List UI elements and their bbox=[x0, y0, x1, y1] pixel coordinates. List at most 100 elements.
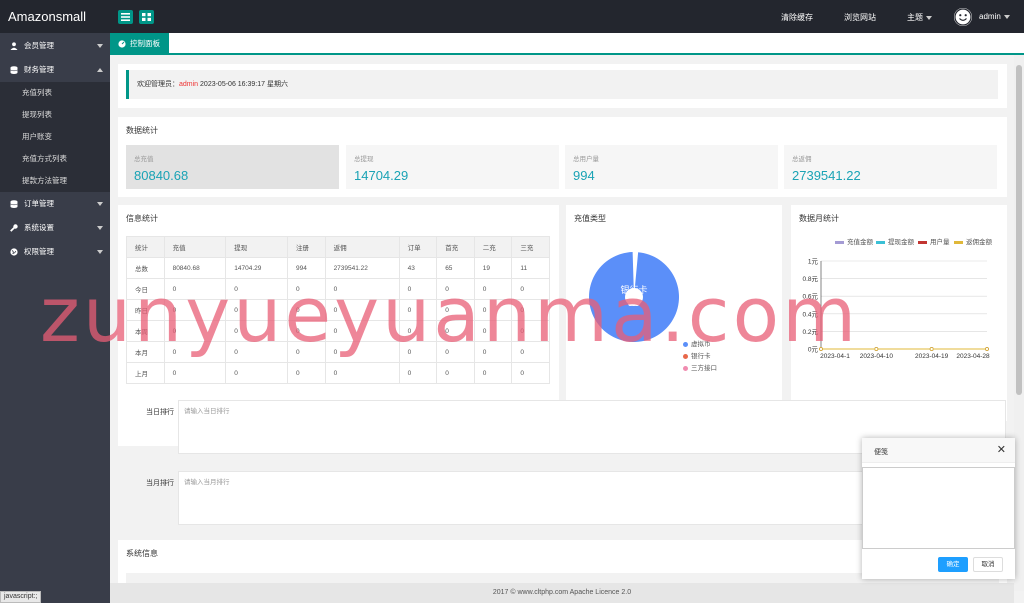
rank-day-label: 当日排行 bbox=[146, 409, 174, 416]
table-cell: 0 bbox=[324, 362, 400, 384]
stats-card: 数据统计 总充值 80840.68 总提现 14704.29 总用户量 994 … bbox=[118, 117, 1007, 197]
submenu-withdraw-list[interactable]: 提现列表 bbox=[0, 104, 110, 126]
dialog-header: 便笺 ✕ bbox=[862, 438, 1015, 463]
menu-toggle-button[interactable] bbox=[118, 10, 133, 24]
grid-icon bbox=[142, 13, 151, 21]
welcome-user: admin bbox=[179, 81, 199, 88]
tab-dashboard[interactable]: 控制面板 bbox=[110, 33, 169, 55]
table-cell: 0 bbox=[225, 362, 288, 384]
wrench-icon bbox=[10, 224, 18, 232]
user-icon bbox=[10, 42, 18, 50]
dashboard-icon bbox=[118, 40, 126, 48]
sidebar-item-label: 财务管理 bbox=[24, 65, 54, 74]
welcome-datetime: 2023-05-06 16:39:17 星期六 bbox=[200, 81, 288, 88]
welcome-card: 欢迎管理员：admin 2023-05-06 16:39:17 星期六 bbox=[118, 64, 1007, 108]
sidebar-item-orders[interactable]: 订单管理 bbox=[0, 192, 110, 216]
rank-day-placeholder: 请输入当日排行 bbox=[184, 408, 230, 415]
browse-site-link[interactable]: 浏览网站 bbox=[844, 12, 876, 23]
database-icon bbox=[10, 66, 18, 74]
table-header-cell: 提现 bbox=[225, 236, 288, 258]
y-tick-label: 1元 bbox=[808, 258, 819, 266]
submenu-account-changes[interactable]: 用户账变 bbox=[0, 126, 110, 148]
dialog-title: 便笺 bbox=[874, 449, 888, 456]
table-header-cell: 首充 bbox=[436, 236, 475, 258]
sidebar-item-members[interactable]: 会员管理 bbox=[0, 34, 110, 58]
chevron-down-icon bbox=[97, 250, 103, 254]
welcome-prefix: 欢迎管理员： bbox=[137, 81, 179, 88]
database-icon bbox=[10, 200, 18, 208]
rank-month-label: 当月排行 bbox=[146, 480, 174, 487]
stat-total-commission: 总返佣 2739541.22 bbox=[784, 145, 997, 189]
sidebar-item-permissions[interactable]: 权限管理 bbox=[0, 240, 110, 264]
brand-logo[interactable]: Amazonsmall bbox=[8, 9, 86, 24]
table-cell: 0 bbox=[286, 362, 326, 384]
stat-value: 14704.29 bbox=[354, 168, 409, 183]
submenu-recharge-list[interactable]: 充值列表 bbox=[0, 82, 110, 104]
table-header-cell: 二充 bbox=[473, 236, 513, 258]
table-header-cell: 充值 bbox=[163, 236, 227, 258]
sidebar-item-finance[interactable]: 财务管理 bbox=[0, 58, 110, 82]
table-header-row: 统计 充值 提现 注册 返佣 订单 首充 二充 三充 bbox=[126, 236, 550, 258]
stat-total-withdraw: 总提现 14704.29 bbox=[346, 145, 559, 189]
sidebar-item-label: 系统设置 bbox=[24, 223, 54, 232]
user-menu[interactable]: admin bbox=[979, 12, 1010, 21]
table-header-cell: 返佣 bbox=[324, 236, 400, 258]
user-name: admin bbox=[979, 12, 1001, 21]
globe-icon bbox=[10, 248, 18, 256]
info-title: 信息统计 bbox=[126, 214, 158, 223]
clear-cache-link[interactable]: 清除缓存 bbox=[781, 12, 813, 23]
stat-label: 总充值 bbox=[134, 156, 154, 163]
cancel-button[interactable]: 取消 bbox=[973, 557, 1003, 572]
avatar[interactable] bbox=[954, 8, 972, 26]
sidebar-item-label: 订单管理 bbox=[24, 199, 54, 208]
table-cell: 0 bbox=[436, 362, 475, 384]
stat-label: 总返佣 bbox=[792, 156, 812, 163]
stat-total-users: 总用户量 994 bbox=[565, 145, 778, 189]
stat-value: 2739541.22 bbox=[792, 168, 861, 183]
chevron-up-icon bbox=[97, 68, 103, 72]
sidebar-item-label: 权限管理 bbox=[24, 247, 54, 256]
stat-label: 总提现 bbox=[354, 156, 374, 163]
watermark: zunyueyuanma.com bbox=[40, 270, 860, 359]
theme-menu[interactable]: 主题 bbox=[907, 12, 932, 23]
tab-bar: 控制面板 bbox=[110, 33, 1024, 55]
chevron-down-icon bbox=[926, 15, 932, 20]
chevron-down-icon bbox=[1003, 14, 1010, 19]
tab-label: 控制面板 bbox=[130, 39, 160, 48]
footer: 2017 © www.cltphp.com Apache Licence 2.0 bbox=[110, 583, 1014, 603]
legend-label: 三方接口 bbox=[691, 365, 717, 372]
list-icon bbox=[121, 13, 130, 21]
theme-label: 主题 bbox=[907, 13, 923, 22]
submenu-withdraw-methods[interactable]: 提款方法管理 bbox=[0, 170, 110, 192]
system-info-title: 系统信息 bbox=[126, 549, 158, 558]
table-header-cell: 注册 bbox=[286, 236, 326, 258]
note-textarea[interactable] bbox=[862, 467, 1015, 549]
stat-value: 994 bbox=[573, 168, 595, 183]
page-scrollbar[interactable] bbox=[1014, 55, 1024, 591]
note-dialog: 便笺 ✕ 确定 取消 bbox=[862, 438, 1015, 579]
status-bar-url: javascript:; bbox=[0, 591, 42, 603]
top-bar: Amazonsmall 清除缓存 浏览网站 主题 admin bbox=[0, 0, 1024, 33]
stat-total-recharge: 总充值 80840.68 bbox=[126, 145, 339, 189]
table-row: 上月 0 0 0 0 0 0 0 0 bbox=[126, 362, 550, 384]
confirm-button[interactable]: 确定 bbox=[938, 557, 968, 572]
legend-item[interactable]: 三方接口 bbox=[683, 362, 717, 372]
smiley-icon bbox=[954, 8, 972, 26]
stat-value: 80840.68 bbox=[134, 168, 189, 183]
scrollbar-thumb[interactable] bbox=[1016, 65, 1022, 395]
legend-swatch bbox=[683, 365, 688, 371]
chevron-down-icon bbox=[97, 44, 103, 48]
rank-month-placeholder: 请输入当月排行 bbox=[184, 479, 230, 486]
welcome-banner: 欢迎管理员：admin 2023-05-06 16:39:17 星期六 bbox=[126, 70, 998, 99]
submenu-recharge-methods[interactable]: 充值方式列表 bbox=[0, 148, 110, 170]
chevron-down-icon bbox=[97, 202, 103, 206]
close-icon[interactable]: ✕ bbox=[997, 445, 1006, 456]
chevron-down-icon bbox=[97, 226, 103, 230]
table-header-cell: 三充 bbox=[511, 236, 550, 258]
finance-submenu: 充值列表 提现列表 用户账变 充值方式列表 提款方法管理 bbox=[0, 82, 110, 192]
table-cell: 0 bbox=[163, 362, 227, 384]
sidebar-item-settings[interactable]: 系统设置 bbox=[0, 216, 110, 240]
stat-label: 总用户量 bbox=[573, 156, 599, 163]
grid-button[interactable] bbox=[139, 10, 154, 24]
table-cell: 0 bbox=[511, 362, 550, 384]
